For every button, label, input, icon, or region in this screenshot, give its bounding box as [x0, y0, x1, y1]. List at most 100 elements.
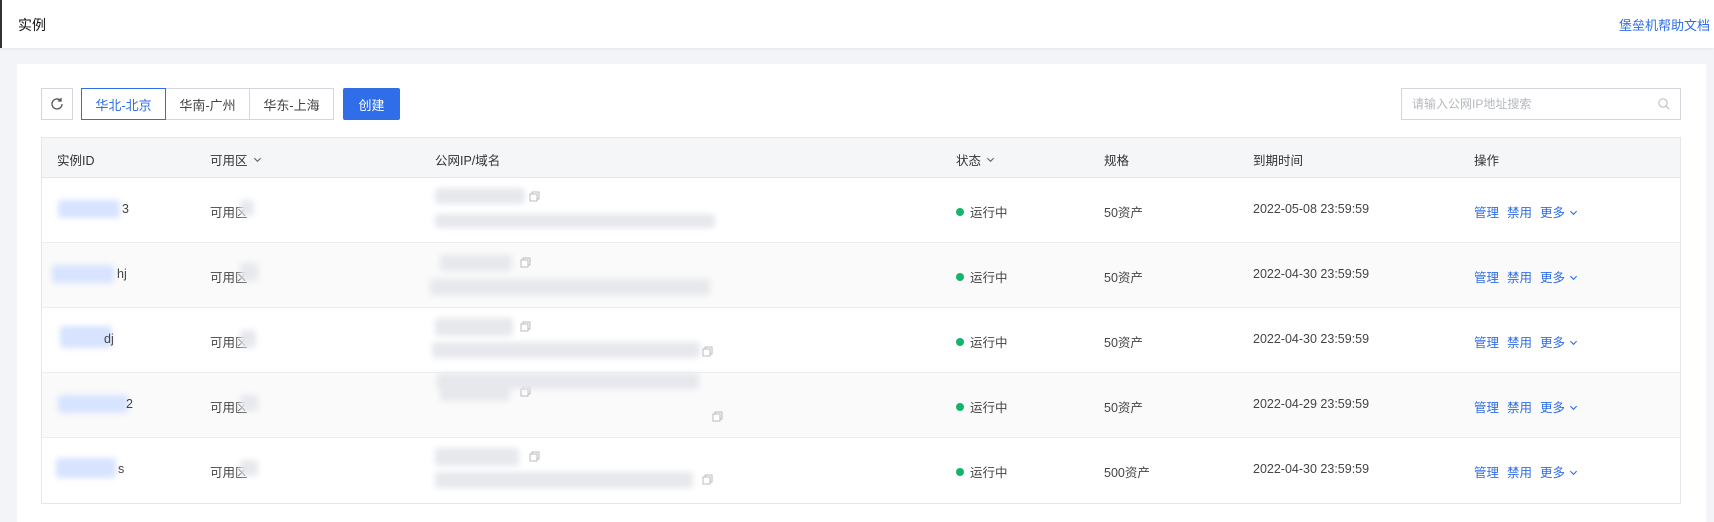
chevron-down-icon — [1569, 275, 1577, 281]
redacted-ip — [435, 448, 519, 466]
copy-icon[interactable] — [702, 346, 713, 357]
status-cell: 运行中 — [956, 462, 1008, 481]
status-cell: 运行中 — [956, 332, 1008, 351]
instance-id-link[interactable]: 3 — [122, 202, 129, 216]
copy-icon[interactable] — [712, 411, 723, 422]
expire-cell: 2022-05-08 23:59:59 — [1253, 202, 1370, 216]
redacted-zone — [240, 263, 258, 281]
disable-link[interactable]: 禁用 — [1507, 271, 1532, 285]
redacted-id — [52, 265, 114, 283]
col-actions: 操作 — [1474, 154, 1500, 168]
redacted-zone — [240, 395, 258, 411]
spec-cell: 50资产 — [1104, 336, 1143, 350]
expire-cell: 2022-04-30 23:59:59 — [1253, 267, 1370, 281]
running-status-dot — [956, 273, 964, 281]
more-dropdown[interactable]: 更多 — [1540, 271, 1578, 285]
table-row: dj 可用区 运行中 50资产 2022-04-30 23:59:59 管理 禁用… — [42, 308, 1680, 373]
redacted-id — [58, 395, 128, 413]
manage-link[interactable]: 管理 — [1474, 336, 1499, 350]
page-title: 实例 — [18, 17, 46, 33]
col-instance-id: 实例ID — [57, 154, 95, 168]
spec-cell: 500资产 — [1104, 466, 1150, 480]
status-cell: 运行中 — [956, 267, 1008, 286]
expire-cell: 2022-04-30 23:59:59 — [1253, 332, 1370, 346]
more-dropdown[interactable]: 更多 — [1540, 466, 1578, 480]
running-status-dot — [956, 208, 964, 216]
instance-id-link[interactable]: s — [118, 462, 124, 476]
search-icon[interactable] — [1657, 97, 1671, 111]
top-bar: 实例 堡垒机帮助文档 — [0, 0, 1714, 48]
search-box — [1401, 88, 1681, 120]
col-status[interactable]: 状态 — [956, 150, 995, 169]
copy-icon[interactable] — [702, 474, 713, 485]
manage-link[interactable]: 管理 — [1474, 401, 1499, 415]
table-row: 2 可用区 运行中 50资产 2022-04-29 23:59:59 管理 禁用更… — [42, 373, 1680, 438]
region-selector: 华北-北京 华南-广州 华东-上海 — [81, 88, 334, 120]
row-actions: 管理 禁用 更多 — [1474, 462, 1586, 481]
disable-link[interactable]: 禁用 — [1507, 401, 1532, 415]
more-dropdown[interactable]: 更多 — [1540, 401, 1578, 415]
instance-id-link[interactable]: dj — [104, 332, 114, 346]
chevron-down-icon — [1569, 340, 1577, 346]
running-status-dot — [956, 403, 964, 411]
spec-cell: 50资产 — [1104, 206, 1143, 220]
redacted-domain — [435, 472, 693, 488]
row-actions: 管理 禁用 更多 — [1474, 332, 1586, 351]
expire-cell: 2022-04-29 23:59:59 — [1253, 397, 1370, 411]
table-header: 实例ID 可用区 公网IP/域名 状态 规格 到期时间 操作 — [42, 138, 1680, 178]
table-row: hj 可用区 运行中 50资产 2022-04-30 23:59:59 管理 禁用… — [42, 243, 1680, 308]
redacted-domain — [437, 373, 699, 389]
col-zone[interactable]: 可用区 — [210, 150, 262, 169]
more-dropdown[interactable]: 更多 — [1540, 336, 1578, 350]
copy-icon[interactable] — [529, 451, 540, 462]
refresh-button[interactable] — [41, 88, 73, 120]
more-dropdown[interactable]: 更多 — [1540, 206, 1578, 220]
redacted-domain — [435, 214, 715, 228]
redacted-ip — [435, 188, 525, 204]
region-tab-shanghai[interactable]: 华东-上海 — [249, 88, 334, 120]
copy-icon[interactable] — [520, 321, 531, 332]
table-row: 3 可用区 运行中 50资产 2022-05-08 23:59:59 管理 禁用更… — [42, 178, 1680, 243]
redacted-domain — [430, 279, 710, 295]
redacted-zone — [240, 460, 258, 476]
running-status-dot — [956, 338, 964, 346]
status-cell: 运行中 — [956, 202, 1008, 221]
instance-id-link[interactable]: 2 — [126, 397, 133, 411]
row-actions: 管理 禁用 更多 — [1474, 397, 1586, 416]
status-cell: 运行中 — [956, 397, 1008, 416]
redacted-domain — [432, 342, 700, 358]
redacted-zone — [240, 200, 254, 216]
chevron-down-icon — [1569, 210, 1577, 216]
search-input[interactable] — [1412, 89, 1652, 119]
table-row: s 可用区 运行中 500资产 2022-04-30 23:59:59 管理 禁用… — [42, 438, 1680, 503]
copy-icon[interactable] — [520, 257, 531, 268]
disable-link[interactable]: 禁用 — [1507, 466, 1532, 480]
redacted-zone — [240, 330, 256, 348]
chevron-down-icon — [986, 157, 995, 163]
region-tab-guangzhou[interactable]: 华南-广州 — [165, 88, 250, 120]
running-status-dot — [956, 468, 964, 476]
copy-icon[interactable] — [529, 191, 540, 202]
redacted-id — [56, 458, 116, 478]
expire-cell: 2022-04-30 23:59:59 — [1253, 462, 1370, 476]
col-expire: 到期时间 — [1253, 154, 1304, 168]
spec-cell: 50资产 — [1104, 401, 1143, 415]
redacted-ip — [440, 255, 512, 271]
manage-link[interactable]: 管理 — [1474, 206, 1499, 220]
redacted-ip — [435, 318, 513, 336]
disable-link[interactable]: 禁用 — [1507, 206, 1532, 220]
disable-link[interactable]: 禁用 — [1507, 336, 1532, 350]
row-actions: 管理 禁用 更多 — [1474, 267, 1586, 286]
create-button[interactable]: 创建 — [343, 88, 400, 120]
col-spec: 规格 — [1104, 154, 1130, 168]
manage-link[interactable]: 管理 — [1474, 466, 1499, 480]
refresh-icon — [51, 98, 63, 110]
chevron-down-icon — [253, 157, 261, 163]
row-actions: 管理 禁用 更多 — [1474, 202, 1586, 221]
region-tab-beijing[interactable]: 华北-北京 — [81, 88, 166, 120]
manage-link[interactable]: 管理 — [1474, 271, 1499, 285]
chevron-down-icon — [1569, 405, 1577, 411]
spec-cell: 50资产 — [1104, 271, 1143, 285]
instance-id-link[interactable]: hj — [117, 267, 127, 281]
help-doc-link[interactable]: 堡垒机帮助文档 — [1619, 15, 1710, 34]
